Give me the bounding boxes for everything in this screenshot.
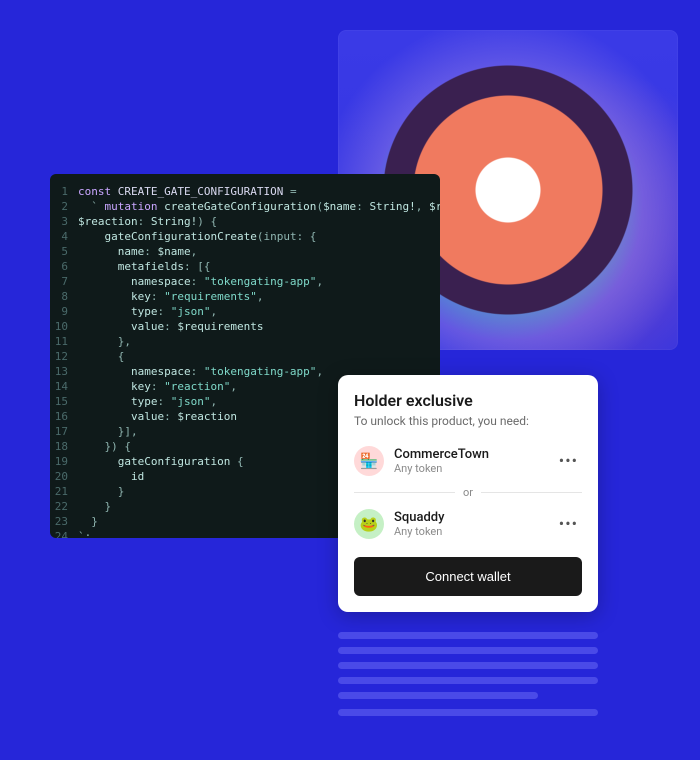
connect-wallet-button[interactable]: Connect wallet	[354, 557, 582, 596]
line-number: 17	[50, 424, 78, 439]
line-number: 9	[50, 304, 78, 319]
line-number: 23	[50, 514, 78, 529]
code-line: 12 {	[50, 349, 440, 364]
more-icon[interactable]: •••	[555, 517, 582, 531]
code-content: namespace: "tokengating-app",	[78, 364, 323, 379]
line-number: 4	[50, 229, 78, 244]
line-number: 21	[50, 484, 78, 499]
squaddy-avatar: 🐸	[354, 509, 384, 539]
line-number: 16	[50, 409, 78, 424]
line-number: 18	[50, 439, 78, 454]
code-content: },	[78, 334, 131, 349]
code-content: }	[78, 484, 124, 499]
code-content: type: "json",	[78, 394, 217, 409]
line-number: 19	[50, 454, 78, 469]
requirement-sub: Any token	[394, 462, 545, 475]
line-number: 14	[50, 379, 78, 394]
code-content: gateConfiguration {	[78, 454, 244, 469]
line-number: 24	[50, 529, 78, 538]
code-line: 3$reaction: String!) {	[50, 214, 440, 229]
holder-exclusive-card: Holder exclusive To unlock this product,…	[338, 375, 598, 612]
line-number: 15	[50, 394, 78, 409]
line-number: 10	[50, 319, 78, 334]
code-content: id	[78, 469, 144, 484]
line-number: 3	[50, 214, 78, 229]
code-content: key: "requirements",	[78, 289, 263, 304]
code-content: namespace: "tokengating-app",	[78, 274, 323, 289]
code-line: 7 namespace: "tokengating-app",	[50, 274, 440, 289]
placeholder-line	[338, 692, 538, 699]
line-number: 8	[50, 289, 78, 304]
code-content: `;	[78, 529, 91, 538]
commercetown-avatar: 🏪	[354, 446, 384, 476]
frog-icon: 🐸	[360, 515, 379, 533]
placeholder-line	[338, 709, 598, 716]
requirement-sub: Any token	[394, 525, 545, 538]
separator-line	[354, 492, 455, 493]
requirement-name: CommerceTown	[394, 447, 545, 462]
line-number: 11	[50, 334, 78, 349]
line-number: 20	[50, 469, 78, 484]
code-content: name: $name,	[78, 244, 197, 259]
code-line: 11 },	[50, 334, 440, 349]
line-number: 1	[50, 184, 78, 199]
card-subtitle: To unlock this product, you need:	[354, 414, 582, 428]
line-number: 5	[50, 244, 78, 259]
code-line: 1const CREATE_GATE_CONFIGURATION =	[50, 184, 440, 199]
code-content: {	[78, 349, 124, 364]
code-content: }	[78, 514, 98, 529]
separator-text: or	[463, 486, 473, 499]
placeholder-line	[338, 632, 598, 639]
code-content: metafields: [{	[78, 259, 210, 274]
code-content: }],	[78, 424, 138, 439]
placeholder-line	[338, 677, 598, 684]
requirement-text: Squaddy Any token	[394, 510, 545, 538]
line-number: 7	[50, 274, 78, 289]
separator: or	[354, 486, 582, 499]
code-line: 6 metafields: [{	[50, 259, 440, 274]
requirement-text: CommerceTown Any token	[394, 447, 545, 475]
code-content: ` mutation createGateConfiguration($name…	[78, 199, 440, 214]
requirement-row: 🏪 CommerceTown Any token •••	[354, 442, 582, 480]
requirement-row: 🐸 Squaddy Any token •••	[354, 505, 582, 543]
line-number: 12	[50, 349, 78, 364]
separator-line	[481, 492, 582, 493]
store-icon: 🏪	[360, 452, 379, 470]
code-line: 4 gateConfigurationCreate(input: {	[50, 229, 440, 244]
code-line: 9 type: "json",	[50, 304, 440, 319]
code-content: type: "json",	[78, 304, 217, 319]
code-content: }) {	[78, 439, 131, 454]
more-icon[interactable]: •••	[555, 454, 582, 468]
code-content: $reaction: String!) {	[78, 214, 217, 229]
placeholder-line	[338, 647, 598, 654]
code-line: 5 name: $name,	[50, 244, 440, 259]
line-number: 6	[50, 259, 78, 274]
line-number: 2	[50, 199, 78, 214]
code-line: 2 ` mutation createGateConfiguration($na…	[50, 199, 440, 214]
code-content: value: $requirements	[78, 319, 263, 334]
line-number: 22	[50, 499, 78, 514]
card-title: Holder exclusive	[354, 391, 582, 410]
code-content: key: "reaction",	[78, 379, 237, 394]
code-content: value: $reaction	[78, 409, 237, 424]
code-line: 10 value: $requirements	[50, 319, 440, 334]
line-number: 13	[50, 364, 78, 379]
code-content: const CREATE_GATE_CONFIGURATION =	[78, 184, 297, 199]
requirement-name: Squaddy	[394, 510, 545, 525]
code-content: gateConfigurationCreate(input: {	[78, 229, 316, 244]
placeholder-line	[338, 662, 598, 669]
placeholder-text-block	[338, 632, 598, 724]
code-line: 8 key: "requirements",	[50, 289, 440, 304]
code-content: }	[78, 499, 111, 514]
